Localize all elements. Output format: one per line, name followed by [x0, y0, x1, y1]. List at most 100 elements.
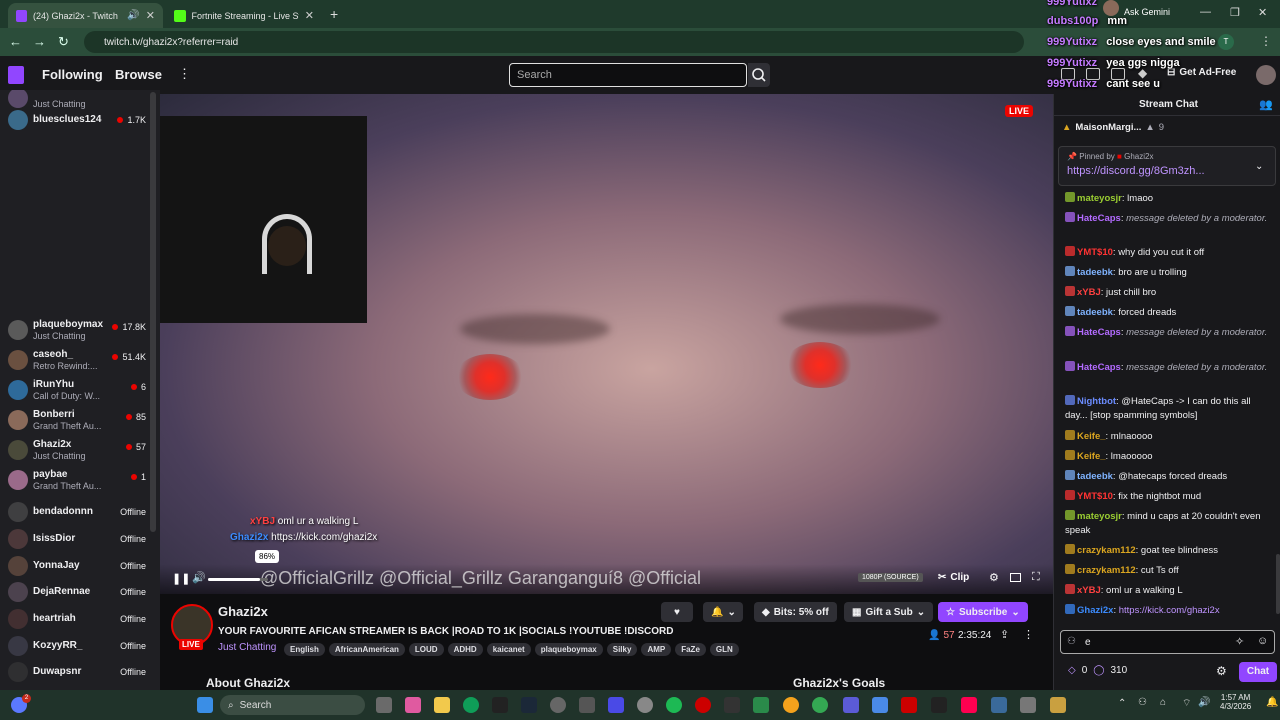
gift-sub-button[interactable]: ▦ Gift a Sub ⌄ [844, 602, 934, 622]
video-player[interactable]: LIVE xYBJ oml ur a walking L Ghazi2x htt… [160, 94, 1053, 594]
sidebar-channel[interactable]: Ghazi2x Just Chatting 57 [0, 436, 150, 464]
tab-fortnite[interactable]: Fortnite Streaming - Live Strea ✕ [166, 3, 322, 28]
chat-username[interactable]: mateyosjr [1077, 511, 1122, 522]
user-avatar[interactable] [1256, 65, 1276, 85]
streamer-name[interactable]: Ghazi2x [218, 604, 268, 619]
profile-avatar[interactable] [1103, 0, 1119, 16]
volume-slider[interactable] [208, 578, 268, 581]
settings-icon[interactable]: ⚙ [989, 571, 999, 584]
sidebar-channel[interactable]: iRunYhu Call of Duty: W... 6 [0, 376, 150, 404]
app-icon[interactable] [550, 697, 566, 713]
new-tab-icon[interactable]: + [330, 6, 338, 22]
bits-button[interactable]: ◆ Bits: 5% off [754, 602, 837, 622]
chat-message[interactable]: tadeebk: bro are u trolling [1065, 266, 1270, 280]
chat-message[interactable]: tadeebk: forced dreads [1065, 306, 1270, 320]
stream-tag[interactable]: FaZe [675, 643, 706, 656]
spotify-icon[interactable] [666, 697, 682, 713]
chat-message[interactable]: crazykam112: goat tee blindness [1065, 544, 1270, 558]
sidebar-channel[interactable]: bendadonnn Offline [0, 498, 150, 526]
sidebar-channel[interactable]: IsissDior Offline [0, 525, 150, 553]
app-icon[interactable] [753, 697, 769, 713]
chat-username[interactable]: xYBJ [1077, 585, 1101, 596]
app-icon[interactable] [724, 697, 740, 713]
chat-message[interactable]: xYBJ: just chill bro [1065, 286, 1270, 300]
chat-message[interactable]: Keife_: mlnaoooo [1065, 430, 1270, 444]
chat-message[interactable]: mateyosjr: mind u caps at 20 couldn't ev… [1065, 510, 1270, 538]
chat-message[interactable]: HateCaps: message deleted by a moderator… [1065, 326, 1270, 340]
copilot-icon[interactable] [405, 697, 421, 713]
chat-message[interactable]: HateCaps: message deleted by a moderator… [1065, 361, 1270, 375]
stream-tag[interactable]: ADHD [447, 643, 483, 656]
sidebar-channel[interactable]: Duwapsnr Offline [0, 658, 150, 686]
app-icon[interactable] [931, 697, 947, 713]
chat-username[interactable]: tadeebk [1077, 307, 1113, 318]
chat-message[interactable]: Nightbot: @HateCaps -> I can do this all… [1065, 395, 1270, 423]
app-icon[interactable] [1020, 697, 1036, 713]
notification-bell-icon[interactable]: 🔔 [1266, 697, 1278, 708]
chat-username[interactable]: HateCaps [1077, 327, 1121, 338]
emote-icon[interactable]: ☺ [1257, 635, 1268, 647]
stream-tag[interactable]: AMP [641, 643, 672, 656]
chat-username[interactable]: mateyosjr [1077, 193, 1122, 204]
chat-message[interactable]: crazykam112: cut Ts off [1065, 564, 1270, 578]
subscribe-button[interactable]: ☆ Subscribe ⌄ [938, 602, 1028, 622]
stream-tag[interactable]: plaqueboymax [534, 643, 603, 656]
close-window-icon[interactable]: ✕ [1258, 6, 1267, 19]
follow-heart-button[interactable]: ♥ [661, 602, 693, 622]
task-view-icon[interactable] [376, 697, 392, 713]
sidebar-channel[interactable]: bluesclues124 1.7K [0, 106, 150, 134]
chat-username[interactable]: tadeebk [1077, 471, 1113, 482]
epic-games-icon[interactable] [492, 697, 508, 713]
app-icon[interactable] [783, 697, 799, 713]
volume-icon[interactable]: 🔊 [1198, 697, 1210, 708]
reload-icon[interactable]: ↻ [58, 34, 69, 50]
stream-tag[interactable]: kaicanet [486, 643, 531, 656]
chat-username[interactable]: crazykam112 [1077, 565, 1136, 576]
clip-button[interactable]: ✂ Clip [938, 572, 969, 583]
tray-expand-icon[interactable]: ⌃ [1118, 698, 1126, 709]
chat-username[interactable]: crazykam112 [1077, 545, 1136, 556]
chat-message[interactable]: tadeebk: @hatecaps forced dreads [1065, 470, 1270, 484]
twitch-logo-icon[interactable] [8, 66, 24, 84]
tray-icon[interactable]: ⌂ [1160, 697, 1166, 708]
chat-input[interactable]: ⚇ e ✧ ☺ [1060, 630, 1275, 654]
clock[interactable]: 1:57 AM 4/3/2026 [1220, 693, 1251, 711]
chat-message[interactable]: xYBJ: oml ur a walking L [1065, 584, 1270, 598]
stream-tag[interactable]: LOUD [408, 643, 444, 656]
sidebar-channel[interactable]: plaqueboymax Just Chatting 17.8K [0, 316, 150, 344]
more-options-icon[interactable]: ⋮ [1023, 628, 1034, 641]
minimize-icon[interactable]: — [1200, 6, 1211, 18]
profile-icon[interactable]: T [1218, 34, 1234, 50]
theatre-mode-icon[interactable] [1010, 573, 1021, 582]
chevron-down-icon[interactable]: ⌄ [1255, 161, 1263, 172]
steam-icon[interactable] [521, 697, 537, 713]
stream-tag[interactable]: AfricanAmerican [328, 643, 405, 656]
chat-message[interactable]: mateyosjr: lmaoo [1065, 192, 1270, 206]
forward-icon[interactable]: → [33, 34, 46, 49]
maximize-icon[interactable]: ❐ [1230, 6, 1240, 19]
chat-bot-icon[interactable]: ⚇ [1067, 636, 1076, 647]
sidebar-channel[interactable]: YonnaJay Offline [0, 552, 150, 580]
close-tab-icon[interactable]: ✕ [146, 9, 155, 22]
ask-gemini-button[interactable]: Ask Gemini [1124, 7, 1170, 17]
send-chat-button[interactable]: Chat [1239, 662, 1277, 682]
wifi-icon[interactable]: ⌔ [1182, 697, 1191, 710]
notifications-button[interactable]: 🔔 ⌄ [703, 602, 743, 622]
app-icon[interactable] [695, 697, 711, 713]
chat-username[interactable]: HateCaps [1077, 362, 1121, 373]
community-icon[interactable]: 👥 [1259, 98, 1273, 111]
sidebar-scrollbar[interactable] [150, 92, 156, 532]
app-icon[interactable] [1050, 697, 1066, 713]
browse-link[interactable]: Browse [115, 67, 162, 82]
windows-start-icon[interactable] [197, 697, 213, 713]
search-button[interactable] [748, 63, 770, 87]
app-icon[interactable] [901, 697, 917, 713]
stream-tag[interactable]: GLN [709, 643, 739, 656]
pause-icon[interactable]: ❚❚ [172, 572, 190, 585]
chrome-icon[interactable] [812, 697, 828, 713]
chat-username[interactable]: YMT$10 [1077, 247, 1113, 258]
speaker-icon[interactable]: 🔊 [127, 10, 139, 21]
pinned-message[interactable]: 📌 Pinned by ■ Ghazi2x https://discord.gg… [1058, 146, 1276, 186]
tiktok-icon[interactable] [961, 697, 977, 713]
chat-message[interactable]: Keife_: lmaooooo [1065, 450, 1270, 464]
